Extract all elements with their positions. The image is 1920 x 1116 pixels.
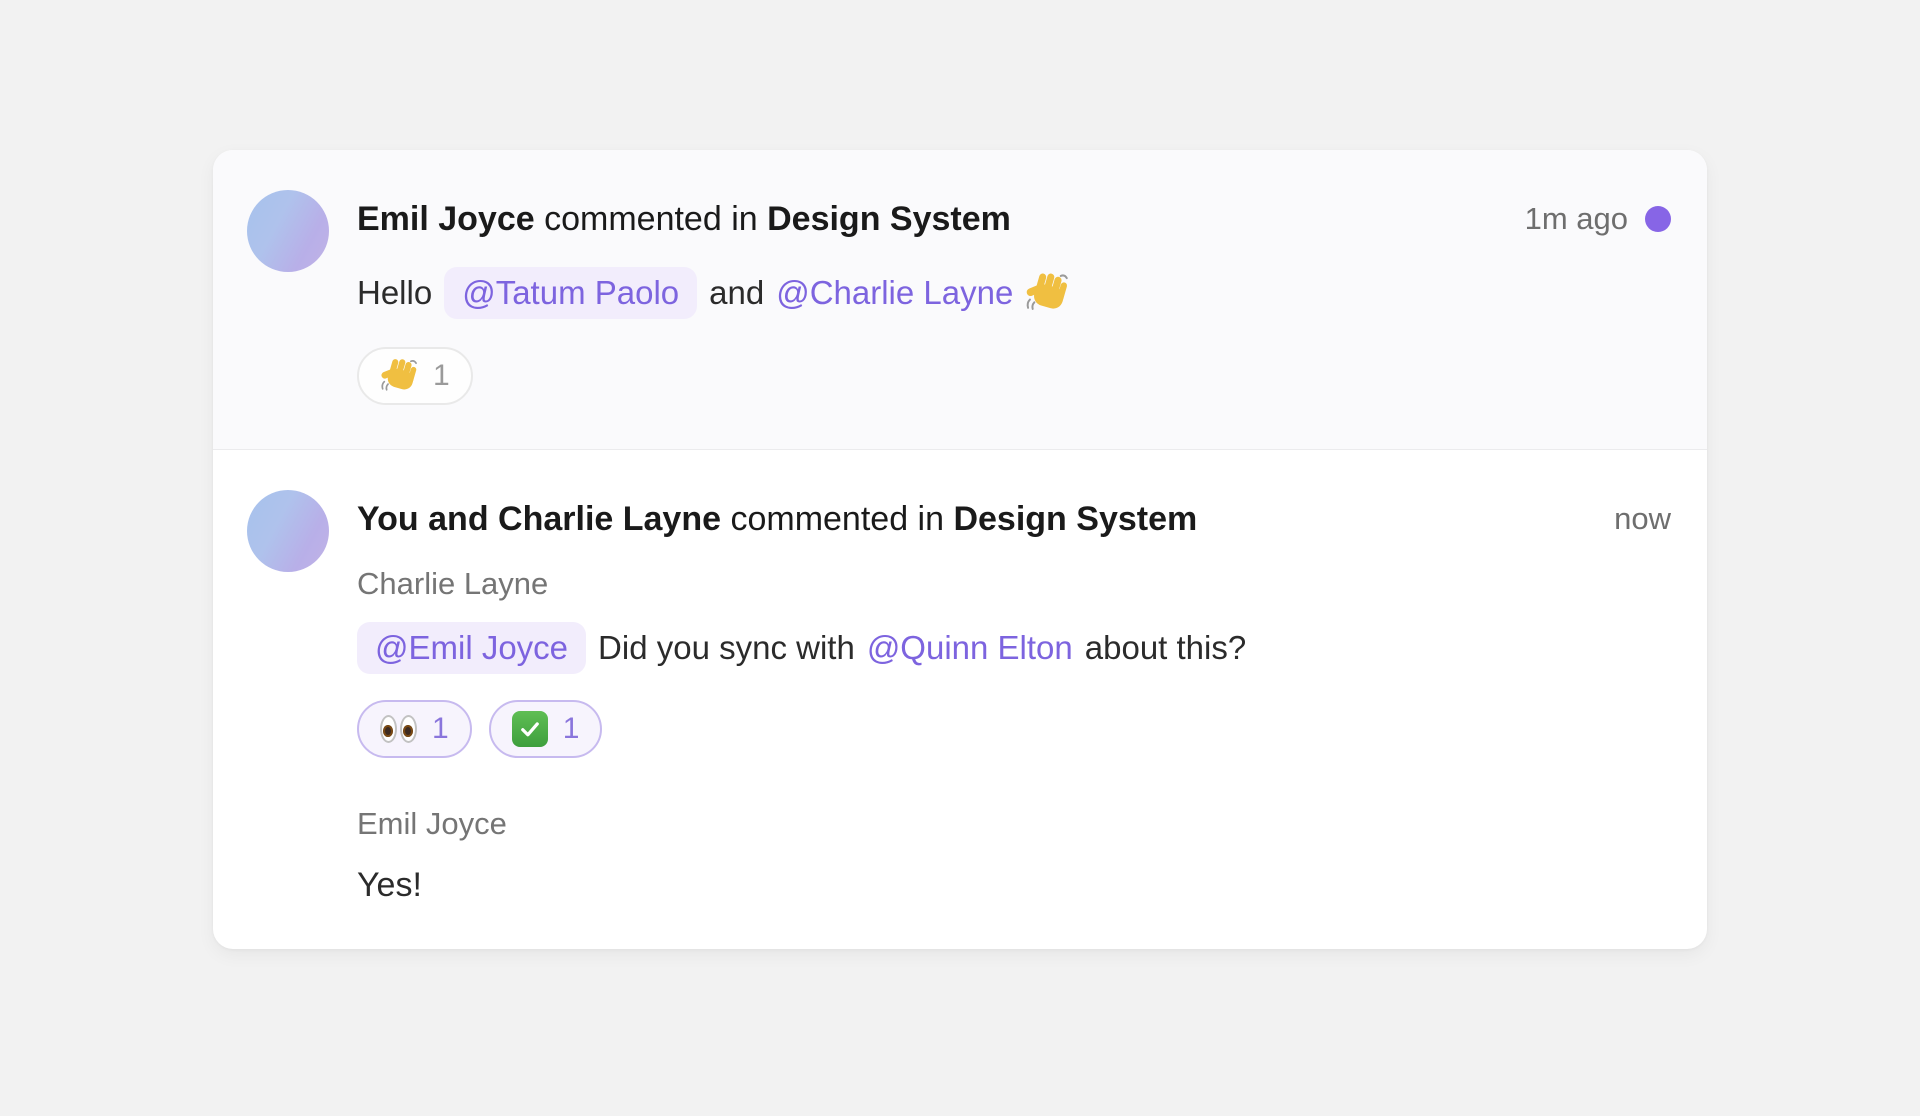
comment-segment: and <box>709 274 764 312</box>
reaction-eyes[interactable]: 1 <box>357 700 472 758</box>
waving-hand-emoji <box>1025 271 1069 315</box>
timestamp: now <box>1614 501 1671 537</box>
notification-title: You and Charlie Layne commented in Desig… <box>357 498 1197 541</box>
comment-text: Yes! <box>357 866 1671 905</box>
target-file-name: Design System <box>767 200 1011 238</box>
reaction-count: 1 <box>432 712 449 746</box>
avatar <box>247 190 329 272</box>
waving-hand-emoji <box>380 357 418 395</box>
comment-segment: about this? <box>1085 629 1246 667</box>
reactions-row: 1 1 <box>357 700 1671 758</box>
avatar <box>247 490 329 572</box>
notification-card-emil-comment[interactable]: Emil Joyce commented in Design System 1m… <box>213 150 1707 450</box>
comment-segment: Did you sync with <box>598 629 855 667</box>
comment-segment: Hello <box>357 274 432 312</box>
notifications-panel: Emil Joyce commented in Design System 1m… <box>213 150 1707 949</box>
action-text: commented in <box>544 200 758 238</box>
mention-tatum-paolo[interactable]: @Tatum Paolo <box>444 267 697 319</box>
unread-indicator-dot <box>1645 206 1671 232</box>
notification-title: Emil Joyce commented in Design System <box>357 198 1011 241</box>
timestamp: 1m ago <box>1525 201 1628 237</box>
actor-name: Emil Joyce <box>357 200 535 238</box>
actor-name: You and Charlie Layne <box>357 500 721 538</box>
mention-quinn-elton[interactable]: @Quinn Elton <box>867 629 1073 667</box>
notification-card-thread-comment[interactable]: You and Charlie Layne commented in Desig… <box>213 450 1707 950</box>
reaction-count: 1 <box>433 359 450 393</box>
thread-author-name: Emil Joyce <box>357 806 1671 842</box>
notification-meta: 1m ago <box>1525 201 1671 237</box>
target-file-name: Design System <box>953 500 1197 538</box>
reaction-waving-hand[interactable]: 1 <box>357 347 473 405</box>
check-mark-emoji <box>512 711 548 747</box>
comment-text: Hello @Tatum Paolo and @Charlie Layne <box>357 267 1671 319</box>
comment-text: @Emil Joyce Did you sync with @Quinn Elt… <box>357 622 1671 674</box>
reactions-row: 1 <box>357 347 1671 405</box>
reaction-count: 1 <box>563 712 580 746</box>
mention-charlie-layne[interactable]: @Charlie Layne <box>776 274 1013 312</box>
thread-author-name: Charlie Layne <box>357 566 1671 602</box>
reaction-check-mark[interactable]: 1 <box>489 700 603 758</box>
eyes-emoji <box>380 715 417 743</box>
mention-emil-joyce[interactable]: @Emil Joyce <box>357 622 586 674</box>
action-text: commented in <box>730 500 944 538</box>
notification-meta: now <box>1614 501 1671 537</box>
